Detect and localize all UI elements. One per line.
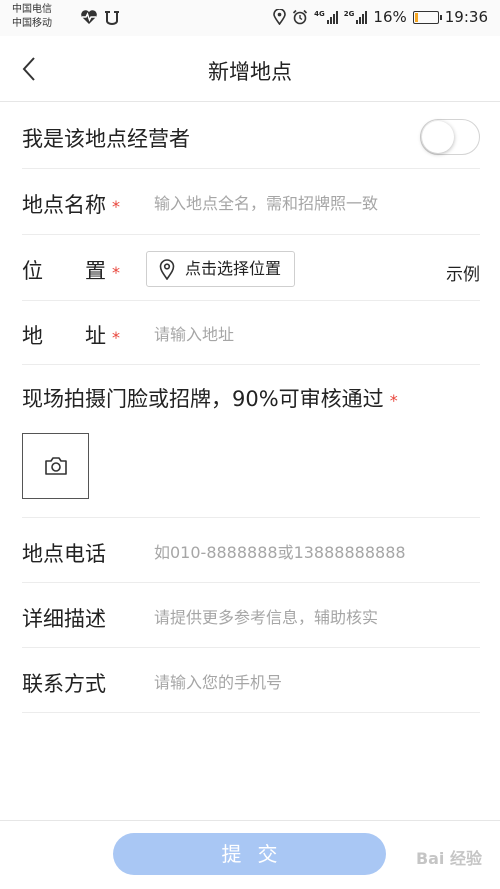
operator-toggle[interactable]: [420, 119, 480, 155]
contact-label: 联系方式: [22, 672, 106, 696]
page-title: 新增地点: [208, 60, 292, 84]
carrier-info: 中国电信 中国移动: [12, 3, 52, 31]
battery-icon: [412, 10, 442, 24]
address-row: 地 址 * 请输入地址: [22, 301, 480, 365]
alarm-app-icon: [105, 11, 119, 25]
operator-label: 我是该地点经营者: [22, 127, 190, 151]
description-input[interactable]: 请提供更多参考信息，辅助核实: [154, 604, 378, 628]
location-icon: [273, 9, 286, 25]
toggle-knob: [422, 121, 454, 153]
clock: 19:36: [444, 8, 488, 26]
required-mark: *: [112, 197, 120, 216]
address-label: 地 址 *: [22, 324, 120, 348]
watermark: Bai 经验: [415, 849, 482, 868]
position-row: 位 置 * 点击选择位置 示例: [22, 235, 480, 301]
carrier-2: 中国移动: [12, 18, 52, 29]
name-input[interactable]: 输入地点全名，需和招牌照一致: [154, 190, 378, 214]
phone-input[interactable]: 如010-8888888或13888888888: [154, 539, 406, 563]
status-right: 4G 2G 16% 19:36: [273, 8, 488, 26]
signal-icon-2: 2G: [344, 10, 368, 24]
select-location-label: 点击选择位置: [185, 259, 282, 278]
footer-divider: [0, 820, 500, 821]
photo-upload-button[interactable]: [22, 433, 89, 499]
phone-label: 地点电话: [22, 542, 106, 566]
description-label: 详细描述: [22, 607, 106, 631]
carrier-1: 中国电信: [12, 4, 52, 15]
example-link[interactable]: 示例: [446, 260, 480, 285]
address-input[interactable]: 请输入地址: [154, 321, 234, 345]
battery-percent: 16%: [373, 8, 407, 26]
required-mark: *: [112, 328, 120, 347]
notification-icons: [80, 9, 120, 25]
status-bar: 中国电信 中国移动 4G 2G 16% 19:36: [0, 0, 500, 36]
submit-button[interactable]: 提交: [113, 833, 386, 875]
description-row: 详细描述 请提供更多参考信息，辅助核实: [22, 583, 480, 648]
map-pin-icon: [159, 259, 175, 280]
name-row: 地点名称 * 输入地点全名，需和招牌照一致: [22, 169, 480, 235]
name-label: 地点名称 *: [22, 193, 120, 217]
position-label: 位 置 *: [22, 259, 120, 283]
phone-row: 地点电话 如010-8888888或13888888888: [22, 518, 480, 583]
battery-level-fill: [414, 12, 419, 22]
required-mark: *: [389, 391, 398, 410]
photo-label: 现场拍摄门脸或招牌，90%可审核通过 *: [22, 387, 398, 411]
operator-row: 我是该地点经营者: [22, 103, 480, 169]
heartbeat-icon: [81, 10, 97, 24]
contact-row: 联系方式 请输入您的手机号: [22, 648, 480, 713]
alarm-icon: [293, 9, 308, 25]
navigation-bar: 新增地点: [0, 36, 500, 102]
camera-icon: [44, 457, 67, 475]
contact-input[interactable]: 请输入您的手机号: [154, 669, 282, 693]
select-location-button[interactable]: 点击选择位置: [146, 251, 296, 287]
required-mark: *: [112, 263, 120, 282]
signal-icon-1: 4G: [314, 10, 338, 24]
